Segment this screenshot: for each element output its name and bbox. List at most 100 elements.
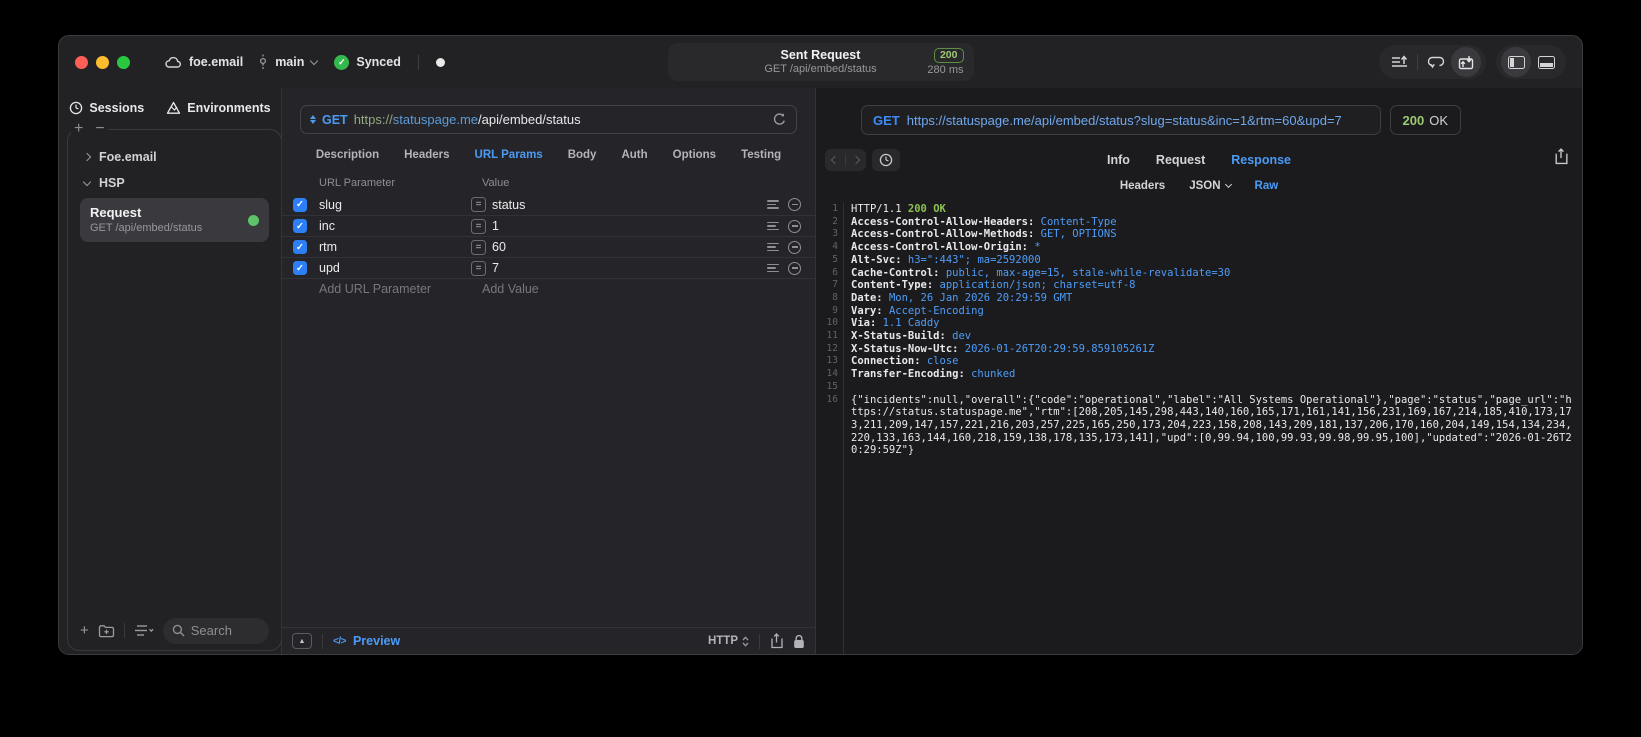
- row-menu-icon[interactable]: [767, 263, 779, 273]
- minimize-window-button[interactable]: [96, 55, 109, 69]
- response-line: 12 X-Status-Now-Utc: 2026-01-26T20:29:59.…: [816, 343, 1582, 356]
- param-name-input[interactable]: inc: [319, 219, 471, 233]
- remove-row-icon[interactable]: [788, 198, 801, 211]
- preview-button[interactable]: </> Preview: [333, 634, 400, 648]
- new-folder-button[interactable]: [98, 624, 115, 638]
- toolbar-divider: [1417, 54, 1418, 70]
- zoom-window-button[interactable]: [117, 55, 130, 69]
- add-param-value[interactable]: Add Value: [482, 282, 539, 296]
- sidebar-tab-sessions[interactable]: Sessions: [69, 101, 144, 115]
- history-button[interactable]: [872, 149, 900, 171]
- response-line: 15: [816, 381, 1582, 394]
- response-line: 8 Date: Mon, 26 Jan 2026 20:29:59 GMT: [816, 292, 1582, 305]
- url-input[interactable]: https://statuspage.me/api/embed/status: [354, 112, 766, 127]
- sort-options-button[interactable]: [134, 624, 154, 637]
- export-response-icon[interactable]: [1554, 148, 1568, 165]
- editor-tab-body[interactable]: Body: [568, 149, 597, 161]
- remove-row-icon[interactable]: [788, 240, 801, 254]
- status-badge: 200: [933, 48, 964, 63]
- refresh-icon[interactable]: [772, 112, 787, 127]
- sent-request-url-box[interactable]: GET https://statuspage.me/api/embed/stat…: [861, 105, 1381, 135]
- search-input[interactable]: [190, 623, 260, 638]
- raw-response-view[interactable]: 1 HTTP/1.1 200 OK 2 Access-Control-Allow-He…: [816, 203, 1582, 654]
- editor-tab-options[interactable]: Options: [673, 149, 716, 161]
- editor-tab-testing[interactable]: Testing: [741, 149, 781, 161]
- remove-row-icon[interactable]: [788, 219, 801, 233]
- editor-tab-description[interactable]: Description: [316, 149, 379, 161]
- param-row: ✓ upd = 7: [282, 257, 815, 278]
- remove-row-icon[interactable]: [788, 261, 801, 275]
- toggle-bottom-panel-button[interactable]: [1531, 47, 1561, 77]
- sync-status[interactable]: Synced: [356, 55, 400, 69]
- param-checkbox[interactable]: ✓: [293, 197, 307, 212]
- close-window-button[interactable]: [75, 55, 88, 69]
- param-name-input[interactable]: slug: [319, 198, 471, 212]
- method-selector[interactable]: GET: [322, 113, 348, 127]
- row-menu-icon[interactable]: [767, 242, 779, 252]
- add-param-row[interactable]: Add URL Parameter Add Value: [282, 278, 815, 299]
- editor-footer: ▲ </> Preview HTTP: [282, 627, 815, 654]
- param-value-input[interactable]: 7: [492, 261, 767, 275]
- viewer-subtab-headers[interactable]: Headers: [1120, 180, 1165, 192]
- updown-chevrons-icon: [742, 635, 749, 647]
- param-value-input[interactable]: status: [492, 198, 767, 212]
- param-name-input[interactable]: rtm: [319, 240, 471, 254]
- sidebar-layout-icon: [1507, 55, 1525, 69]
- request-url-bar[interactable]: GET https://statuspage.me/api/embed/stat…: [300, 105, 797, 134]
- editor-tab-auth[interactable]: Auth: [621, 149, 647, 161]
- viewer-tab-info[interactable]: Info: [1107, 153, 1130, 167]
- traffic-lights: [75, 55, 130, 69]
- send-to-session-button[interactable]: [1451, 47, 1481, 77]
- viewer-toolbar: Info Request Response: [816, 148, 1582, 172]
- branch-chevron-icon[interactable]: [310, 56, 319, 65]
- editor-tab-url-params[interactable]: URL Params: [475, 149, 543, 161]
- viewer-subtab-raw[interactable]: Raw: [1255, 180, 1279, 192]
- viewer-tab-request[interactable]: Request: [1156, 153, 1205, 167]
- sidebar-group-foe-email[interactable]: Foe.email: [78, 144, 271, 170]
- history-nav: [825, 149, 866, 171]
- share-icon[interactable]: [770, 633, 783, 649]
- line-content: Access-Control-Allow-Methods: GET, OPTIO…: [851, 228, 1117, 241]
- project-name[interactable]: foe.email: [189, 55, 243, 69]
- param-name-input[interactable]: upd: [319, 261, 471, 275]
- protocol-selector[interactable]: HTTP: [708, 635, 749, 647]
- request-item-title: Request: [90, 205, 142, 220]
- collapse-panel-button[interactable]: ▲: [292, 633, 312, 649]
- forward-icon[interactable]: [851, 155, 861, 165]
- line-number: 6: [832, 266, 838, 278]
- subtab-label: Headers: [1119, 180, 1166, 192]
- remove-session-button[interactable]: −: [95, 121, 104, 137]
- editor-tab-headers[interactable]: Headers: [404, 149, 449, 161]
- export-requests-button[interactable]: [1384, 47, 1414, 77]
- viewer-subtab-json[interactable]: JSON: [1189, 180, 1232, 192]
- row-menu-icon[interactable]: [767, 200, 779, 209]
- param-checkbox[interactable]: ✓: [293, 240, 307, 254]
- viewer-tab-response[interactable]: Response: [1231, 153, 1291, 167]
- session-loop-button[interactable]: [1421, 47, 1451, 77]
- add-session-button[interactable]: +: [74, 121, 83, 137]
- subtab-label: JSON: [1189, 180, 1221, 192]
- sidebar-search[interactable]: [162, 617, 269, 644]
- line-content: [838, 381, 1582, 394]
- line-number: 14: [826, 368, 838, 380]
- request-summary-pill[interactable]: Sent Request GET /api/embed/status 200 2…: [667, 43, 974, 81]
- sidebar-tab-label: Sessions: [89, 101, 145, 115]
- sent-url: https://statuspage.me/api/embed/status?s…: [906, 112, 1342, 128]
- sidebar-group-hsp[interactable]: HSP: [78, 170, 271, 196]
- param-value-input[interactable]: 60: [492, 240, 767, 254]
- param-checkbox[interactable]: ✓: [293, 261, 307, 275]
- branch-name[interactable]: main: [275, 55, 304, 69]
- row-menu-icon[interactable]: [767, 221, 779, 231]
- response-line: 10 Via: 1.1 Caddy: [816, 317, 1582, 330]
- add-request-button[interactable]: +: [80, 623, 89, 638]
- line-number: 9: [832, 304, 838, 316]
- protocol-label: HTTP: [707, 635, 738, 647]
- sidebar-tab-environments[interactable]: Environments: [166, 101, 271, 115]
- back-icon[interactable]: [830, 155, 840, 165]
- param-value-input[interactable]: 1: [492, 219, 767, 233]
- request-list-item[interactable]: Request GET /api/embed/status: [80, 198, 269, 242]
- toggle-sidebar-button[interactable]: [1501, 47, 1531, 77]
- add-param-name[interactable]: Add URL Parameter: [282, 282, 482, 296]
- sidebar-tab-label: Environments: [187, 101, 271, 115]
- param-checkbox[interactable]: ✓: [293, 219, 307, 233]
